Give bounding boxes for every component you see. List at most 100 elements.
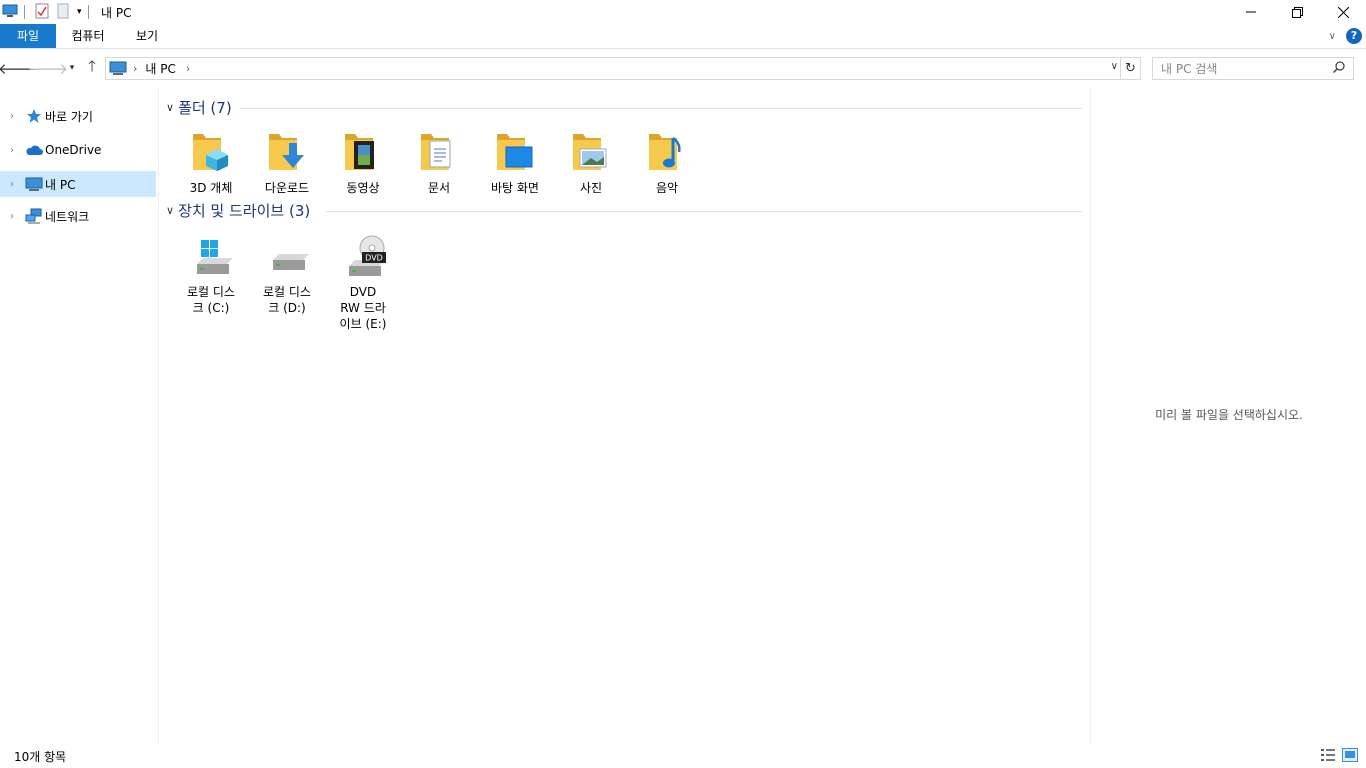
help-icon[interactable]: ? [1346, 28, 1362, 44]
folder-tile-desktop[interactable]: 바탕 화면 [479, 128, 551, 196]
details-view-icon[interactable] [1320, 748, 1336, 765]
drive-tile-e[interactable]: DVD DVD RW 드라이브 (E:) [327, 232, 399, 332]
group-title: 장치 및 드라이브 (3) [178, 201, 311, 220]
ribbon-divider [0, 48, 1366, 49]
search-box [1152, 57, 1354, 80]
sidebar-item-network[interactable]: › 네트워크 [0, 203, 156, 229]
dvd-badge: DVD [365, 254, 383, 263]
tile-label: 로컬 디스크 (D:) [263, 285, 311, 315]
customize-toolbar-icon[interactable]: ▾ [77, 7, 82, 17]
expand-ribbon-icon[interactable]: ∨ [1329, 31, 1336, 42]
pictures-folder-icon [567, 128, 615, 176]
forward-button[interactable]: 🡒 [28, 58, 68, 78]
status-bar: 10개 항목 [0, 744, 1366, 768]
group-divider [326, 211, 1082, 212]
tile-label: 로컬 디스크 (C:) [187, 285, 235, 315]
drive-tile-d[interactable]: 로컬 디스크 (D:) [251, 232, 323, 316]
folder-tile-pictures[interactable]: 사진 [555, 128, 627, 196]
close-button[interactable] [1320, 0, 1366, 24]
large-icons-view-icon[interactable] [1342, 748, 1358, 765]
tile-label: DVD RW 드라이브 (E:) [339, 285, 387, 331]
folder-tile-documents[interactable]: 문서 [403, 128, 475, 196]
title-bar: ▾ 내 PC [0, 0, 1366, 24]
properties-icon[interactable] [35, 3, 49, 22]
back-button[interactable]: 🡐 [0, 58, 38, 78]
search-icon[interactable] [1332, 61, 1345, 76]
tile-label: 3D 개체 [189, 181, 233, 195]
chevron-down-icon[interactable]: ∨ [166, 204, 174, 217]
content-pane: ∨ 폴더 (7) 3D 개체 다운로드 동영상 문서 바탕 화면 사진 음악 ∨… [160, 88, 1088, 744]
expand-icon[interactable]: › [0, 145, 24, 156]
expand-icon[interactable]: › [0, 179, 24, 190]
tile-label: 바탕 화면 [491, 181, 539, 195]
videos-folder-icon [339, 128, 387, 176]
network-icon [24, 208, 44, 224]
address-bar[interactable]: › 내 PC › ∨ ↻ [105, 57, 1141, 80]
group-title: 폴더 (7) [178, 98, 232, 117]
desktop-folder-icon [491, 128, 539, 176]
item-count: 10개 항목 [14, 750, 67, 764]
dvd-drive-icon: DVD [339, 232, 387, 280]
tab-view[interactable]: 보기 [122, 24, 172, 48]
minimize-button[interactable] [1228, 0, 1274, 24]
chevron-right-icon[interactable]: › [133, 62, 137, 75]
chevron-down-icon[interactable]: ∨ [166, 101, 174, 114]
address-history-dropdown[interactable]: ∨ [1111, 61, 1118, 72]
computer-icon [24, 177, 44, 192]
window-title: 내 PC [101, 6, 132, 20]
navigation-pane: › 바로 가기 › OneDrive › 내 PC › 네트워크 [0, 100, 158, 744]
folder-tile-3d-objects[interactable]: 3D 개체 [175, 128, 247, 196]
tab-computer[interactable]: 컴퓨터 [60, 24, 116, 48]
3d-objects-folder-icon [187, 128, 235, 176]
recent-locations-button[interactable]: ▾ [62, 58, 82, 78]
chevron-right-icon[interactable]: › [186, 62, 190, 75]
new-folder-icon[interactable] [57, 3, 69, 22]
tile-label: 동영상 [346, 181, 380, 195]
sidebar-item-label: 내 PC [45, 177, 76, 192]
drives-group-header[interactable]: ∨ 장치 및 드라이브 (3) [166, 199, 310, 221]
music-folder-icon [643, 128, 691, 176]
refresh-button[interactable]: ↻ [1120, 58, 1140, 79]
folder-tile-videos[interactable]: 동영상 [327, 128, 399, 196]
sidebar-item-label: 바로 가기 [45, 109, 93, 124]
search-input[interactable] [1161, 58, 1331, 79]
sidebar-item-label: OneDrive [45, 143, 102, 157]
folder-tile-downloads[interactable]: 다운로드 [251, 128, 323, 196]
folders-group-header[interactable]: ∨ 폴더 (7) [166, 96, 232, 118]
ribbon-controls: ∨ ? [1329, 28, 1362, 44]
breadcrumb[interactable]: 내 PC [145, 60, 175, 77]
expand-icon[interactable]: › [0, 111, 24, 122]
folder-tile-music[interactable]: 음악 [631, 128, 703, 196]
star-icon [24, 108, 44, 124]
quick-access-toolbar: ▾ [0, 2, 95, 22]
documents-folder-icon [415, 128, 463, 176]
navigation-bar: 🡐 🡒 ▾ 🡑 › 내 PC › ∨ ↻ [0, 54, 1366, 82]
divider [24, 5, 25, 19]
preview-message: 미리 볼 파일을 선택하십시오. [1155, 408, 1303, 422]
computer-icon [109, 61, 127, 76]
tile-label: 음악 [655, 181, 679, 195]
windows-drive-icon [187, 232, 235, 280]
group-divider [240, 108, 1082, 109]
restore-button[interactable] [1274, 0, 1320, 24]
sidebar-item-label: 네트워크 [45, 209, 90, 224]
sidebar-item-onedrive[interactable]: › OneDrive [0, 137, 156, 163]
sidebar-item-this-pc[interactable]: › 내 PC [0, 171, 156, 197]
pane-divider [158, 88, 159, 744]
tile-label: 사진 [579, 181, 603, 195]
drive-tile-c[interactable]: 로컬 디스크 (C:) [175, 232, 247, 316]
hard-drive-icon [263, 232, 311, 280]
up-button[interactable]: 🡑 [82, 57, 102, 78]
sidebar-item-quick-access[interactable]: › 바로 가기 [0, 103, 156, 129]
tile-label: 문서 [427, 181, 451, 195]
view-switcher [1320, 748, 1358, 765]
divider [87, 5, 89, 19]
tab-file[interactable]: 파일 [0, 24, 56, 48]
expand-icon[interactable]: › [0, 211, 24, 222]
preview-pane: 미리 볼 파일을 선택하십시오. [1090, 88, 1366, 744]
ribbon: 파일 컴퓨터 보기 ∨ ? [0, 24, 1366, 48]
computer-icon [2, 4, 18, 21]
cloud-icon [24, 144, 44, 156]
tile-label: 다운로드 [264, 181, 310, 195]
downloads-folder-icon [263, 128, 311, 176]
